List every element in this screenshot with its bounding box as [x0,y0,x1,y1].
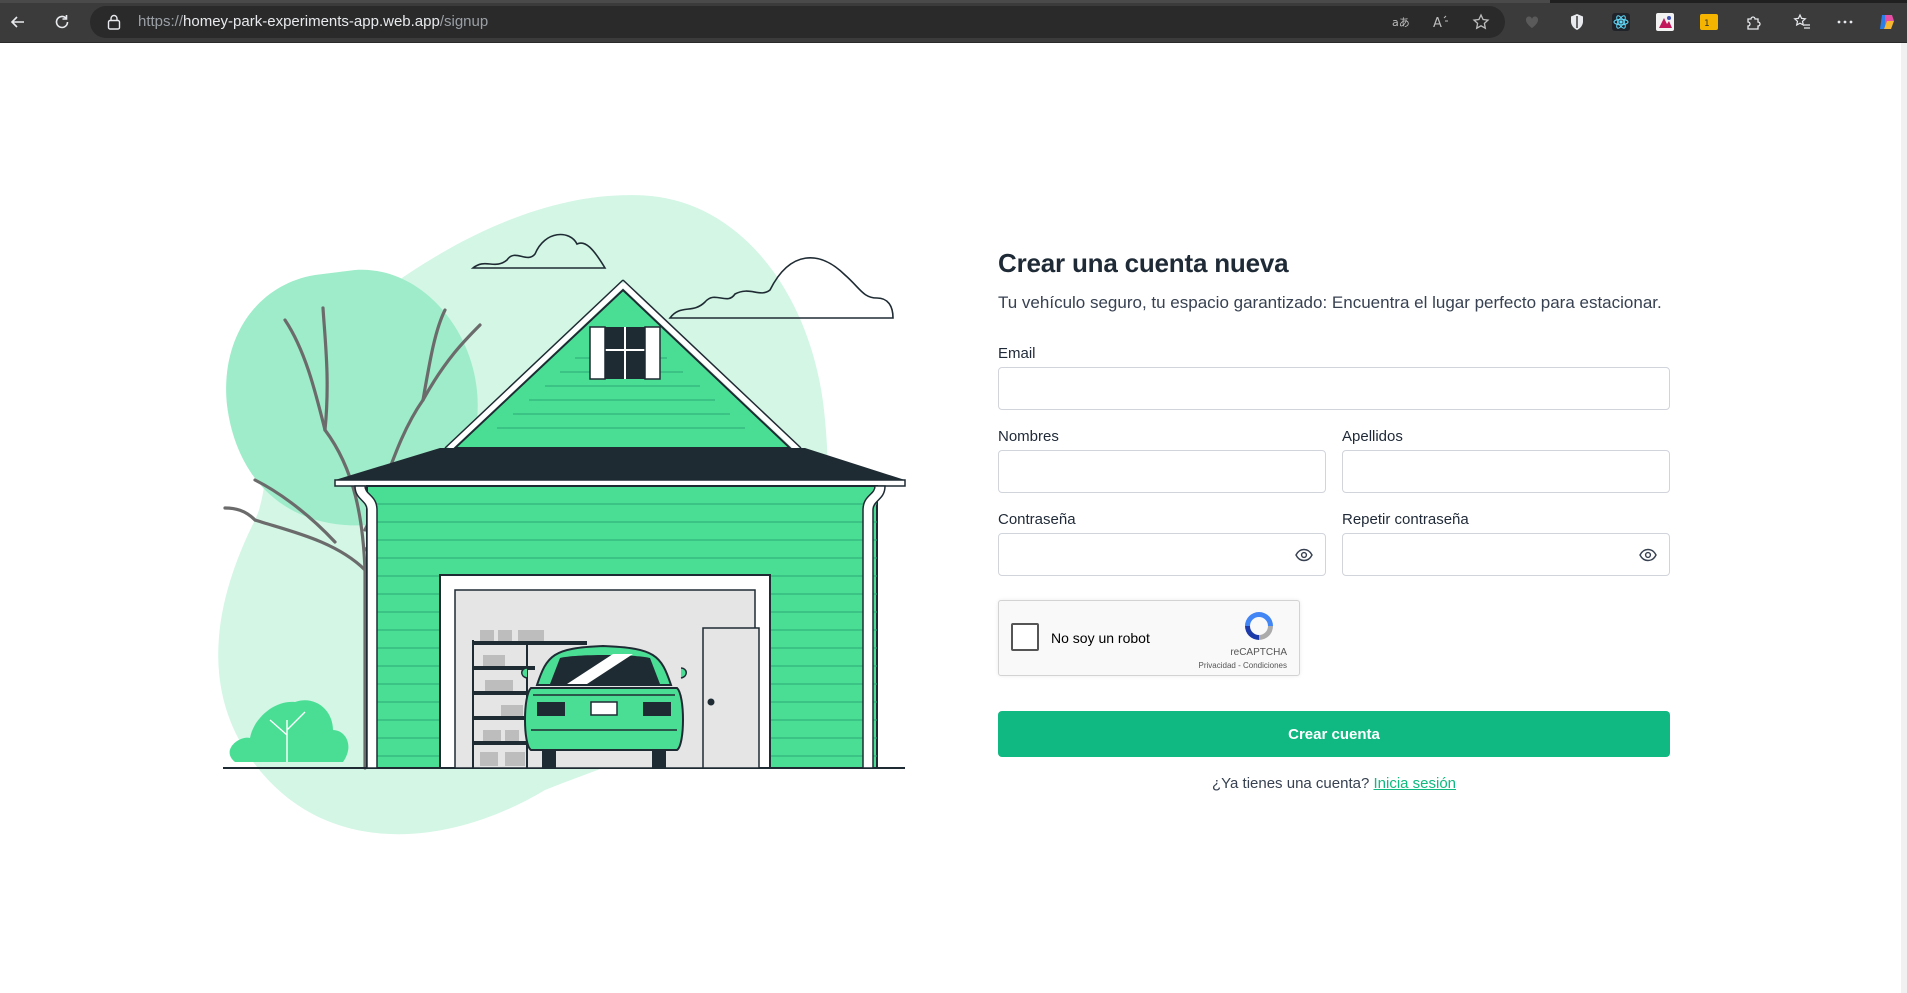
shield-extension-icon[interactable] [1567,12,1587,32]
show-repeat-password-eye-icon[interactable] [1638,545,1658,565]
svg-text:aあ: aあ [1392,16,1410,29]
back-button[interactable] [5,9,31,35]
extensions-puzzle-icon[interactable] [1743,12,1763,32]
car [521,644,687,768]
recaptcha-brand: reCAPTCHA [1230,647,1287,658]
copilot-icon[interactable] [1877,12,1897,32]
password-input[interactable] [998,533,1326,576]
create-account-button[interactable]: Crear cuenta [998,711,1670,757]
more-options-icon[interactable] [1835,12,1855,32]
signup-form: Crear una cuenta nueva Tu vehículo segur… [998,248,1670,792]
reload-icon [55,15,69,29]
last-name-label: Apellidos [1342,428,1403,445]
heart-extension-icon[interactable] [1522,12,1542,32]
email-label: Email [998,345,1036,362]
attic-window [589,326,661,380]
yellow-extension-icon[interactable]: 1 [1699,12,1719,32]
read-aloud-icon[interactable]: A [1430,11,1452,33]
email-input[interactable] [998,367,1670,410]
interior-door [702,627,760,769]
translate-icon[interactable]: aあ [1390,11,1412,33]
back-arrow-icon [10,16,24,28]
recaptcha-logo-icon [1242,609,1276,648]
address-bar[interactable]: https://homey-park-experiments-app.web.a… [90,6,1505,38]
page-title: Crear una cuenta nueva [998,248,1289,278]
recaptcha-terms: Privacidad - Condiciones [1198,661,1288,670]
last-name-input[interactable] [1342,450,1670,493]
reload-button[interactable] [49,9,75,35]
react-devtools-icon[interactable] [1611,12,1631,32]
recaptcha-checkbox[interactable] [1011,623,1039,651]
favorites-list-icon[interactable] [1792,12,1812,32]
password-label: Contraseña [998,511,1076,528]
lock-icon [107,14,121,35]
recaptcha-label: No soy un robot [1051,630,1150,646]
login-prompt-row: ¿Ya tienes una cuenta? Inicia sesión [998,775,1670,792]
login-link[interactable]: Inicia sesión [1373,775,1456,792]
login-prompt-text: ¿Ya tienes una cuenta? [1211,775,1370,792]
show-password-eye-icon[interactable] [1294,545,1314,565]
first-name-input[interactable] [998,450,1326,493]
garage-house-illustration [218,195,906,835]
recaptcha-conditions-link[interactable]: Condiciones [1243,661,1287,670]
recaptcha-privacy-link[interactable]: Privacidad [1199,661,1236,670]
repeat-password-input[interactable] [1342,533,1670,576]
svg-text:1: 1 [1704,19,1710,29]
repeat-password-label: Repetir contraseña [1342,511,1469,528]
browser-toolbar: https://homey-park-experiments-app.web.a… [0,0,1907,43]
first-name-label: Nombres [998,428,1059,445]
tab-strip [0,0,1907,3]
svg-text:A: A [1433,16,1442,30]
url-text[interactable]: https://homey-park-experiments-app.web.a… [138,13,488,30]
favorite-star-icon[interactable] [1470,11,1492,33]
recaptcha-widget: No soy un robot reCAPTCHA Privacidad - C… [998,600,1300,676]
page-subtitle: Tu vehículo seguro, tu espacio garantiza… [998,293,1662,312]
page-scroll-edge [1901,43,1907,993]
image-extension-icon[interactable] [1655,12,1675,32]
